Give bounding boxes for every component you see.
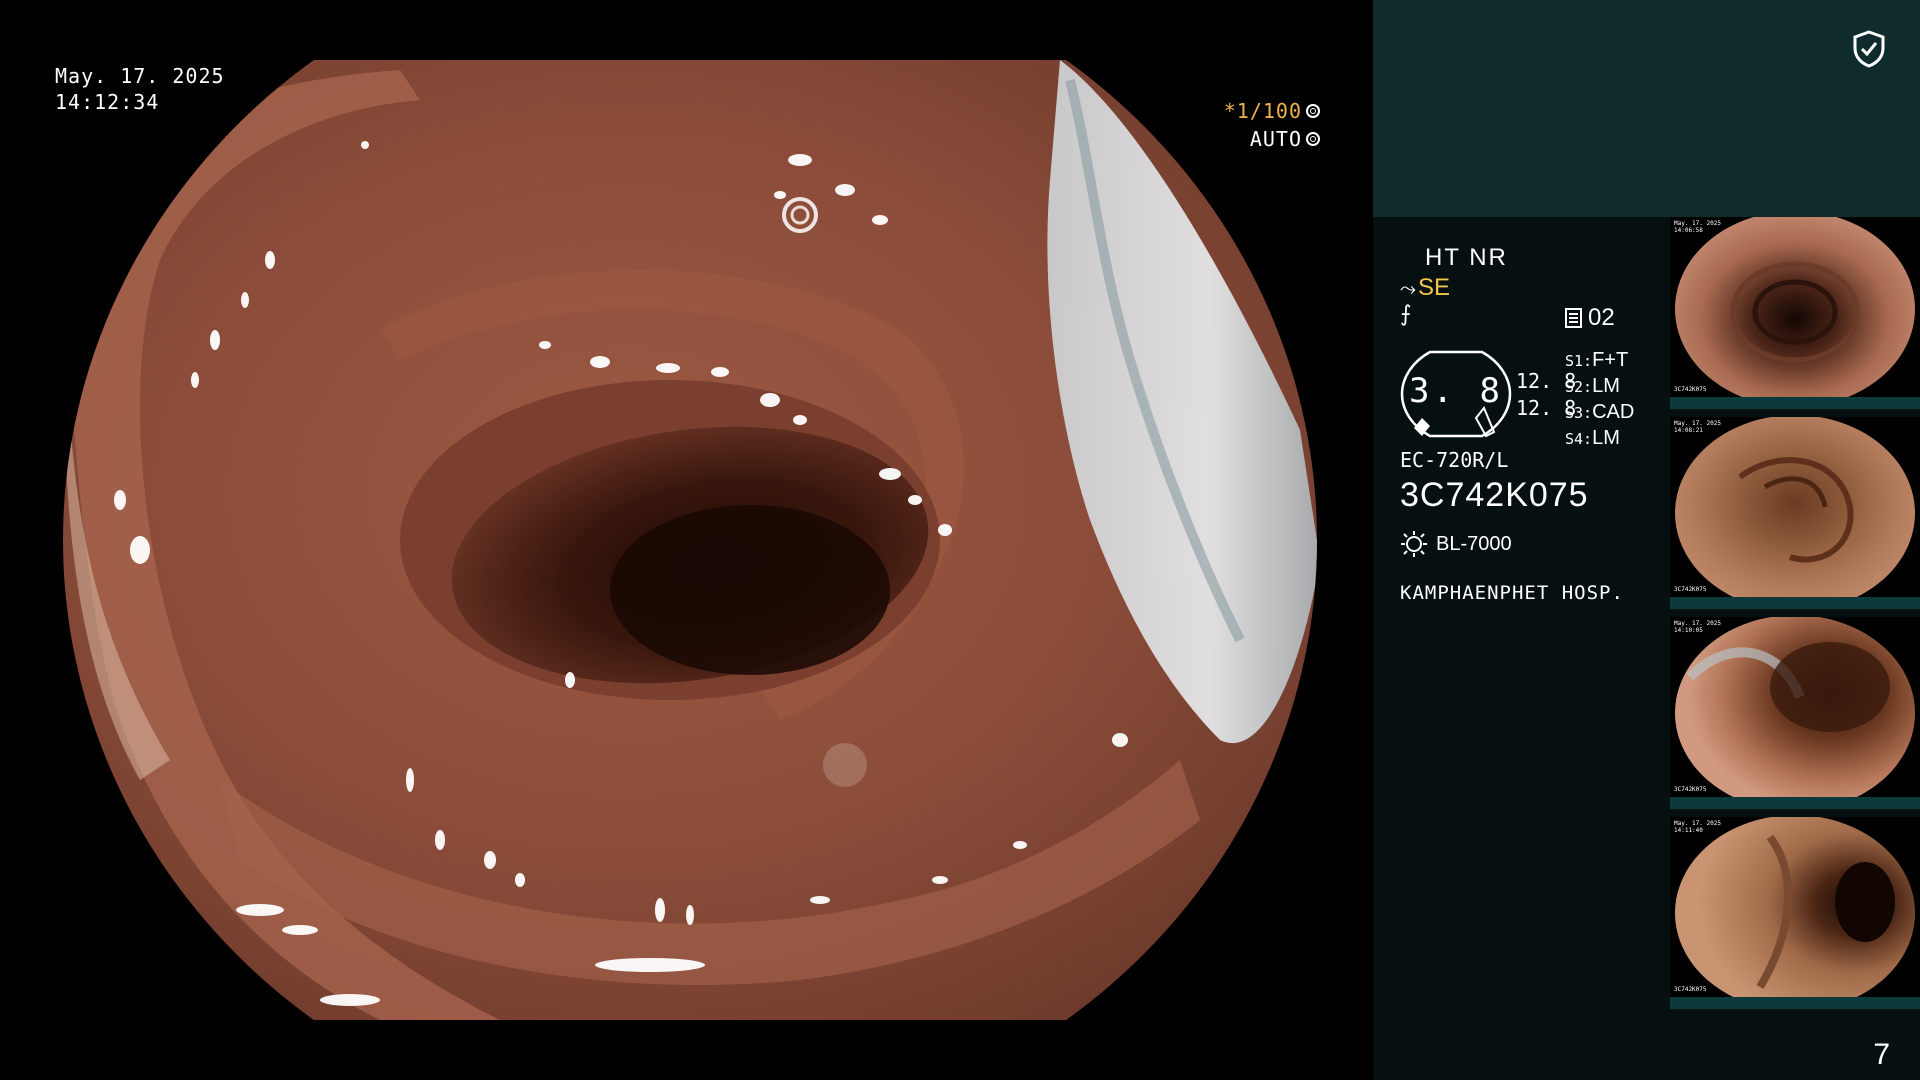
- date-time-display: May. 17. 2025 14:12:34: [55, 63, 225, 115]
- ht-nr-label: HT NR: [1425, 244, 1508, 271]
- side-panel-header: [1373, 0, 1920, 217]
- scope-switch-settings: S1:F+T S2:LM S3:CAD S4:LM: [1565, 348, 1634, 452]
- thumbnail[interactable]: May. 17. 2025 14:06:58 3C742K075: [1670, 217, 1920, 409]
- light-source-text: BL-7000: [1436, 532, 1512, 555]
- scope-model: EC-720R/L: [1400, 448, 1509, 472]
- thumbnail[interactable]: May. 17. 2025 14:11:40 3C742K075: [1670, 817, 1920, 1009]
- thumbnail-bar: [1670, 597, 1920, 609]
- aperture-icon: [1306, 104, 1320, 118]
- sun-icon: [1401, 531, 1427, 557]
- thumbnail-datetime: May. 17. 2025 14:08:21: [1674, 420, 1721, 434]
- auto-mode-display: AUTO: [1250, 127, 1320, 151]
- thumbnail-image-1: [1675, 217, 1915, 407]
- f-indicator: ⨍: [1400, 302, 1412, 327]
- doc-number-text: 02: [1588, 304, 1615, 331]
- thumbnail-bar: [1670, 397, 1920, 409]
- setting-row-s1: S1:F+T: [1565, 349, 1629, 371]
- thumbnail[interactable]: May. 17. 2025 14:08:21 3C742K075: [1670, 417, 1920, 609]
- endoscope-image: [63, 60, 1317, 1020]
- thumbnail-datetime: May. 17. 2025 14:11:40: [1674, 820, 1721, 834]
- page-number: 7: [1873, 1038, 1890, 1071]
- thumbnail-serial: 3C742K075: [1674, 586, 1707, 593]
- hospital-name: KAMPHAENPHET HOSP.: [1400, 582, 1624, 604]
- light-source: BL-7000: [1400, 530, 1512, 558]
- setting-row-s4: S4:LM: [1565, 427, 1620, 449]
- gauge-right-marker: [1474, 406, 1496, 438]
- setting-row-s3: S3:CAD: [1565, 401, 1635, 423]
- se-text: SE: [1418, 274, 1451, 301]
- thumbnail[interactable]: May. 17. 2025 14:10:05 3C742K075: [1670, 617, 1920, 809]
- scope-tip-icon: ⤳: [1400, 278, 1416, 300]
- thumbnail-datetime: May. 17. 2025 14:06:58: [1674, 220, 1721, 234]
- time-text: 14:12:34: [55, 90, 160, 114]
- thumbnail-bar: [1670, 797, 1920, 809]
- thumbnail-datetime: May. 17. 2025 14:10:05: [1674, 620, 1721, 634]
- document-number: 02: [1565, 304, 1615, 332]
- setting-row-s2: S2:LM: [1565, 375, 1620, 397]
- thumbnail-image-4: [1675, 817, 1915, 1009]
- thumbnail-image-2: [1675, 417, 1915, 609]
- thumbnail-serial: 3C742K075: [1674, 786, 1707, 793]
- thumbnail-bar: [1670, 997, 1920, 1009]
- thumbnail-image-3: [1675, 617, 1915, 809]
- auto-mode-text: AUTO: [1249, 127, 1302, 151]
- document-icon: [1565, 308, 1582, 328]
- shutter-speed-display: *1/100: [1224, 99, 1320, 123]
- shield-check-icon[interactable]: [1852, 30, 1886, 68]
- shutter-text: *1/100: [1223, 99, 1302, 123]
- se-indicator: ⤳SE: [1400, 274, 1450, 302]
- gauge-value: 3. 8: [1409, 371, 1503, 411]
- thumbnail-serial: 3C742K075: [1674, 386, 1707, 393]
- thumbnail-serial: 3C742K075: [1674, 986, 1707, 993]
- thumbnail-strip: May. 17. 2025 14:06:58 3C742K075 May. 17.…: [1670, 217, 1920, 1017]
- endoscope-view: May. 17. 2025 14:12:34 *1/100 AUTO: [0, 0, 1373, 1080]
- scope-serial: 3C742K075: [1400, 476, 1589, 514]
- date-text: May. 17. 2025: [55, 64, 225, 88]
- ring-icon: [1306, 132, 1320, 146]
